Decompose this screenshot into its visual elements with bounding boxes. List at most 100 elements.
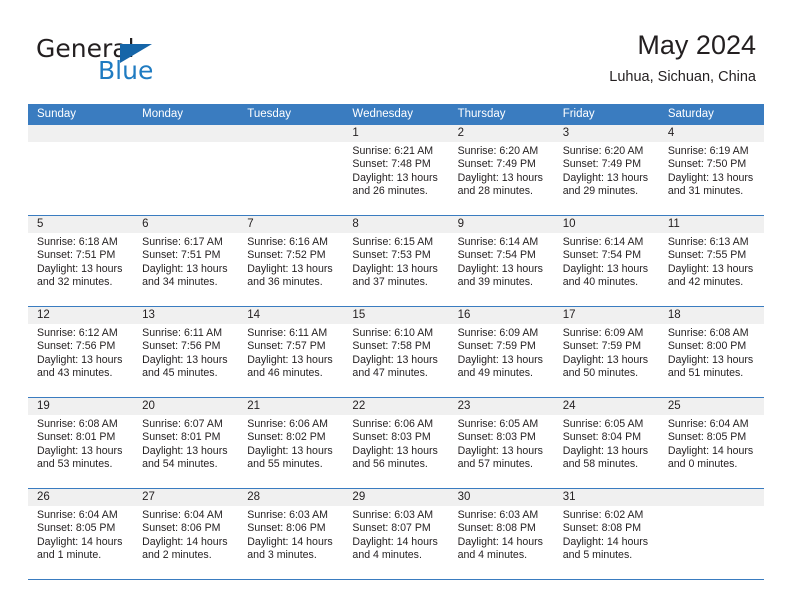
daylight-text: Daylight: 13 hours and 56 minutes. <box>352 444 438 470</box>
calendar-day-cell[interactable]: 25 Sunrise: 6:04 AM Sunset: 8:05 PM Dayligh… <box>658 398 764 488</box>
day-number: 3 <box>553 125 659 142</box>
calendar-day-cell[interactable]: 20 Sunrise: 6:07 AM Sunset: 8:01 PM Dayligh… <box>133 398 239 488</box>
day-details: Sunrise: 6:05 AM Sunset: 8:03 PM Daylight:… <box>449 415 554 471</box>
daylight-text: Daylight: 13 hours and 42 minutes. <box>667 262 754 288</box>
calendar-day-cell[interactable]: 22 Sunrise: 6:06 AM Sunset: 8:03 PM Dayligh… <box>343 398 449 488</box>
day-details: Sunrise: 6:03 AM Sunset: 8:06 PM Daylight:… <box>238 506 343 562</box>
sunset-text: Sunset: 8:03 PM <box>457 431 536 444</box>
calendar-day-cell[interactable]: 29 Sunrise: 6:03 AM Sunset: 8:07 PM Dayligh… <box>343 489 449 579</box>
day-number: 22 <box>343 398 449 415</box>
sunset-text: Sunset: 8:01 PM <box>37 431 116 444</box>
sunrise-text: Sunrise: 6:03 AM <box>457 509 539 521</box>
title-block: May 2024 Luhua, Sichuan, China <box>609 28 756 88</box>
sunrise-text: Sunrise: 6:06 AM <box>352 418 434 430</box>
calendar-day-cell[interactable]: 14 Sunrise: 6:11 AM Sunset: 7:57 PM Dayligh… <box>238 307 344 397</box>
day-number: 25 <box>658 398 764 415</box>
page-header: General Blue May 2024 Luhua, Sichuan, Ch… <box>28 28 764 92</box>
weekday-header-wednesday: Wednesday <box>352 108 413 120</box>
sunset-text: Sunset: 7:56 PM <box>37 340 116 353</box>
day-details: Sunrise: 6:11 AM Sunset: 7:56 PM Daylight:… <box>133 324 238 380</box>
calendar-day-cell[interactable]: 17 Sunrise: 6:09 AM Sunset: 7:59 PM Dayligh… <box>553 307 659 397</box>
calendar-day-cell[interactable]: 27 Sunrise: 6:04 AM Sunset: 8:06 PM Dayligh… <box>133 489 239 579</box>
calendar-page: General Blue May 2024 Luhua, Sichuan, Ch… <box>0 0 792 612</box>
calendar-day-cell[interactable]: 9 Sunrise: 6:14 AM Sunset: 7:54 PM Daylight… <box>448 216 554 306</box>
daylight-text: Daylight: 13 hours and 28 minutes. <box>457 171 543 197</box>
day-number: 5 <box>28 216 134 233</box>
day-number <box>238 125 344 142</box>
daylight-text: Daylight: 13 hours and 46 minutes. <box>247 353 333 379</box>
calendar-day-cell[interactable]: 19 Sunrise: 6:08 AM Sunset: 8:01 PM Dayligh… <box>28 398 134 488</box>
sunset-text: Sunset: 8:01 PM <box>142 431 221 444</box>
daylight-text: Daylight: 13 hours and 53 minutes. <box>37 444 123 470</box>
calendar-day-cell[interactable]: 1 Sunrise: 6:21 AM Sunset: 7:48 PM Daylight… <box>343 125 449 215</box>
calendar-day-cell[interactable]: 4 Sunrise: 6:19 AM Sunset: 7:50 PM Daylight… <box>658 125 764 215</box>
sunset-text: Sunset: 7:59 PM <box>562 340 642 353</box>
daylight-text: Daylight: 13 hours and 26 minutes. <box>352 171 438 197</box>
day-details: Sunrise: 6:13 AM Sunset: 7:55 PM Daylight:… <box>659 233 764 289</box>
sunset-text: Sunset: 8:06 PM <box>247 522 326 535</box>
daylight-text: Daylight: 13 hours and 31 minutes. <box>667 171 754 197</box>
day-details: Sunrise: 6:08 AM Sunset: 8:00 PM Daylight:… <box>659 324 764 380</box>
calendar-day-cell[interactable]: 10 Sunrise: 6:14 AM Sunset: 7:54 PM Dayligh… <box>553 216 659 306</box>
day-number: 1 <box>343 125 449 142</box>
calendar-day-cell-empty <box>658 489 764 579</box>
day-number: 29 <box>343 489 449 506</box>
sunrise-text: Sunrise: 6:15 AM <box>352 236 434 248</box>
day-number: 26 <box>28 489 134 506</box>
daylight-text: Daylight: 14 hours and 4 minutes. <box>352 535 438 561</box>
sunrise-text: Sunrise: 6:13 AM <box>667 236 749 248</box>
sunrise-text: Sunrise: 6:04 AM <box>142 509 223 521</box>
brand-logo[interactable]: General Blue <box>36 34 256 90</box>
daylight-text: Daylight: 14 hours and 0 minutes. <box>667 444 754 470</box>
calendar-day-cell[interactable]: 28 Sunrise: 6:03 AM Sunset: 8:06 PM Dayligh… <box>238 489 344 579</box>
daylight-text: Daylight: 13 hours and 39 minutes. <box>457 262 543 288</box>
daylight-text: Daylight: 13 hours and 47 minutes. <box>352 353 438 379</box>
calendar-day-cell[interactable]: 3 Sunrise: 6:20 AM Sunset: 7:49 PM Daylight… <box>553 125 659 215</box>
calendar-day-cell[interactable]: 15 Sunrise: 6:10 AM Sunset: 7:58 PM Dayligh… <box>343 307 449 397</box>
calendar-day-cell[interactable]: 12 Sunrise: 6:12 AM Sunset: 7:56 PM Dayligh… <box>28 307 134 397</box>
sunset-text: Sunset: 7:50 PM <box>667 158 747 171</box>
weekday-header-monday: Monday <box>142 108 184 120</box>
calendar-day-cell[interactable]: 30 Sunrise: 6:03 AM Sunset: 8:08 PM Dayligh… <box>448 489 554 579</box>
calendar-day-cell[interactable]: 21 Sunrise: 6:06 AM Sunset: 8:02 PM Dayligh… <box>238 398 344 488</box>
calendar-day-cell[interactable]: 7 Sunrise: 6:16 AM Sunset: 7:52 PM Daylight… <box>238 216 344 306</box>
calendar-day-cell[interactable]: 24 Sunrise: 6:05 AM Sunset: 8:04 PM Dayligh… <box>553 398 659 488</box>
calendar-day-cell[interactable]: 2 Sunrise: 6:20 AM Sunset: 7:49 PM Daylight… <box>448 125 554 215</box>
sunset-text: Sunset: 8:08 PM <box>457 522 536 535</box>
sunset-text: Sunset: 8:08 PM <box>562 522 642 535</box>
sunset-text: Sunset: 8:07 PM <box>352 522 431 535</box>
day-number: 13 <box>133 307 239 324</box>
calendar-day-cell[interactable]: 26 Sunrise: 6:04 AM Sunset: 8:05 PM Dayligh… <box>28 489 134 579</box>
calendar-day-cell[interactable]: 13 Sunrise: 6:11 AM Sunset: 7:56 PM Dayligh… <box>133 307 239 397</box>
calendar-day-cell[interactable]: 11 Sunrise: 6:13 AM Sunset: 7:55 PM Dayligh… <box>658 216 764 306</box>
day-details: Sunrise: 6:04 AM Sunset: 8:05 PM Daylight:… <box>28 506 133 562</box>
day-number: 6 <box>133 216 239 233</box>
sunrise-text: Sunrise: 6:16 AM <box>247 236 328 248</box>
sunset-text: Sunset: 7:53 PM <box>352 249 431 262</box>
sunrise-text: Sunrise: 6:14 AM <box>457 236 539 248</box>
day-number <box>133 125 239 142</box>
day-number: 27 <box>133 489 239 506</box>
daylight-text: Daylight: 14 hours and 2 minutes. <box>142 535 228 561</box>
sunrise-text: Sunrise: 6:03 AM <box>247 509 328 521</box>
day-number: 9 <box>448 216 554 233</box>
sunset-text: Sunset: 7:59 PM <box>457 340 536 353</box>
calendar-day-cell[interactable]: 8 Sunrise: 6:15 AM Sunset: 7:53 PM Daylight… <box>343 216 449 306</box>
day-details: Sunrise: 6:12 AM Sunset: 7:56 PM Daylight:… <box>28 324 133 380</box>
day-details: Sunrise: 6:04 AM Sunset: 8:05 PM Daylight:… <box>659 415 764 471</box>
daylight-text: Daylight: 14 hours and 1 minute. <box>37 535 123 561</box>
daylight-text: Daylight: 14 hours and 4 minutes. <box>457 535 543 561</box>
sunrise-text: Sunrise: 6:12 AM <box>37 327 118 339</box>
day-number: 12 <box>28 307 134 324</box>
page-title: May 2024 <box>637 30 756 60</box>
weekday-header-sunday: Sunday <box>37 108 77 120</box>
calendar-day-cell[interactable]: 31 Sunrise: 6:02 AM Sunset: 8:08 PM Dayligh… <box>553 489 659 579</box>
calendar-day-cell[interactable]: 18 Sunrise: 6:08 AM Sunset: 8:00 PM Dayligh… <box>658 307 764 397</box>
calendar-day-cell[interactable]: 6 Sunrise: 6:17 AM Sunset: 7:51 PM Daylight… <box>133 216 239 306</box>
calendar-day-cell[interactable]: 23 Sunrise: 6:05 AM Sunset: 8:03 PM Dayligh… <box>448 398 554 488</box>
daylight-text: Daylight: 13 hours and 50 minutes. <box>562 353 649 379</box>
day-details: Sunrise: 6:20 AM Sunset: 7:49 PM Daylight:… <box>449 142 554 198</box>
day-number: 20 <box>133 398 239 415</box>
calendar-day-cell[interactable]: 16 Sunrise: 6:09 AM Sunset: 7:59 PM Dayligh… <box>448 307 554 397</box>
calendar-day-cell[interactable]: 5 Sunrise: 6:18 AM Sunset: 7:51 PM Daylight… <box>28 216 134 306</box>
